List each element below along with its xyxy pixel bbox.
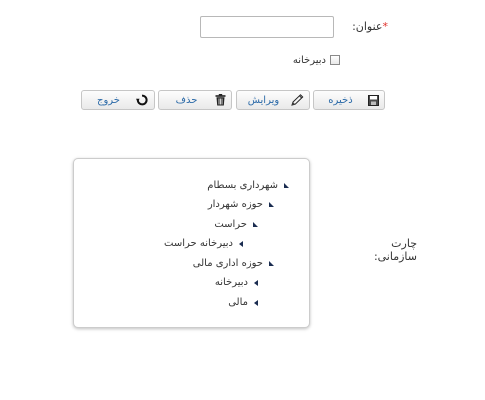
exit-button-label: خروج bbox=[97, 94, 120, 106]
exit-button[interactable]: خروج bbox=[81, 90, 155, 110]
secretariat-checkbox[interactable] bbox=[330, 55, 340, 65]
collapsed-arrow-icon[interactable] bbox=[239, 240, 243, 247]
tree-node-label[interactable]: حراست bbox=[214, 219, 247, 230]
delete-button[interactable]: حذف bbox=[158, 90, 232, 110]
tree-node-label[interactable]: دبیرخانه حراست bbox=[164, 238, 233, 249]
tree-node-label[interactable]: حوزه اداری مالی bbox=[193, 258, 263, 269]
tree-node[interactable]: مالی bbox=[228, 297, 258, 308]
edit-button-label: ویرایش bbox=[247, 94, 280, 106]
title-label-text: عنوان: bbox=[352, 20, 383, 33]
edit-button[interactable]: ویرایش bbox=[236, 90, 310, 110]
tree-node-label[interactable]: شهرداری بسطام bbox=[207, 180, 278, 191]
collapsed-arrow-icon[interactable] bbox=[254, 279, 258, 286]
page: *عنوان: دبیرخانه ذخیره ویرایش حذف خروج چ… bbox=[0, 0, 485, 400]
tree-node[interactable]: حراست bbox=[214, 219, 258, 230]
org-chart-tree: شهرداری بسطام حوزه شهردار حراست دبیرخانه… bbox=[73, 158, 310, 328]
tree-node-label[interactable]: مالی bbox=[228, 297, 248, 308]
expanded-arrow-icon[interactable] bbox=[284, 183, 289, 188]
secretariat-checkbox-row[interactable]: دبیرخانه bbox=[270, 52, 340, 68]
trash-icon bbox=[215, 94, 226, 106]
tree-node[interactable]: حوزه اداری مالی bbox=[193, 258, 274, 269]
tree-node[interactable]: حوزه شهردار bbox=[208, 199, 274, 210]
tree-node-label[interactable]: دبیرخانه bbox=[215, 277, 248, 288]
org-chart-label: چارت سازمانی: bbox=[373, 237, 417, 263]
secretariat-checkbox-label: دبیرخانه bbox=[292, 54, 326, 66]
exit-arrow-icon bbox=[136, 94, 149, 106]
tree-node-label[interactable]: حوزه شهردار bbox=[208, 199, 263, 210]
title-input[interactable] bbox=[200, 16, 334, 38]
collapsed-arrow-icon[interactable] bbox=[254, 299, 258, 306]
delete-button-label: حذف bbox=[175, 94, 198, 106]
pencil-icon bbox=[291, 94, 304, 106]
tree-node[interactable]: دبیرخانه حراست bbox=[164, 238, 243, 249]
expanded-arrow-icon[interactable] bbox=[269, 202, 274, 207]
title-label: *عنوان: bbox=[343, 20, 388, 33]
expanded-arrow-icon[interactable] bbox=[269, 261, 274, 266]
tree-node[interactable]: شهرداری بسطام bbox=[207, 180, 289, 191]
expanded-arrow-icon[interactable] bbox=[253, 222, 258, 227]
floppy-disk-icon bbox=[368, 94, 379, 106]
tree-node[interactable]: دبیرخانه bbox=[215, 277, 258, 288]
save-button-label: ذخیره bbox=[328, 94, 353, 106]
save-button[interactable]: ذخیره bbox=[313, 90, 385, 110]
required-mark: * bbox=[382, 20, 389, 33]
